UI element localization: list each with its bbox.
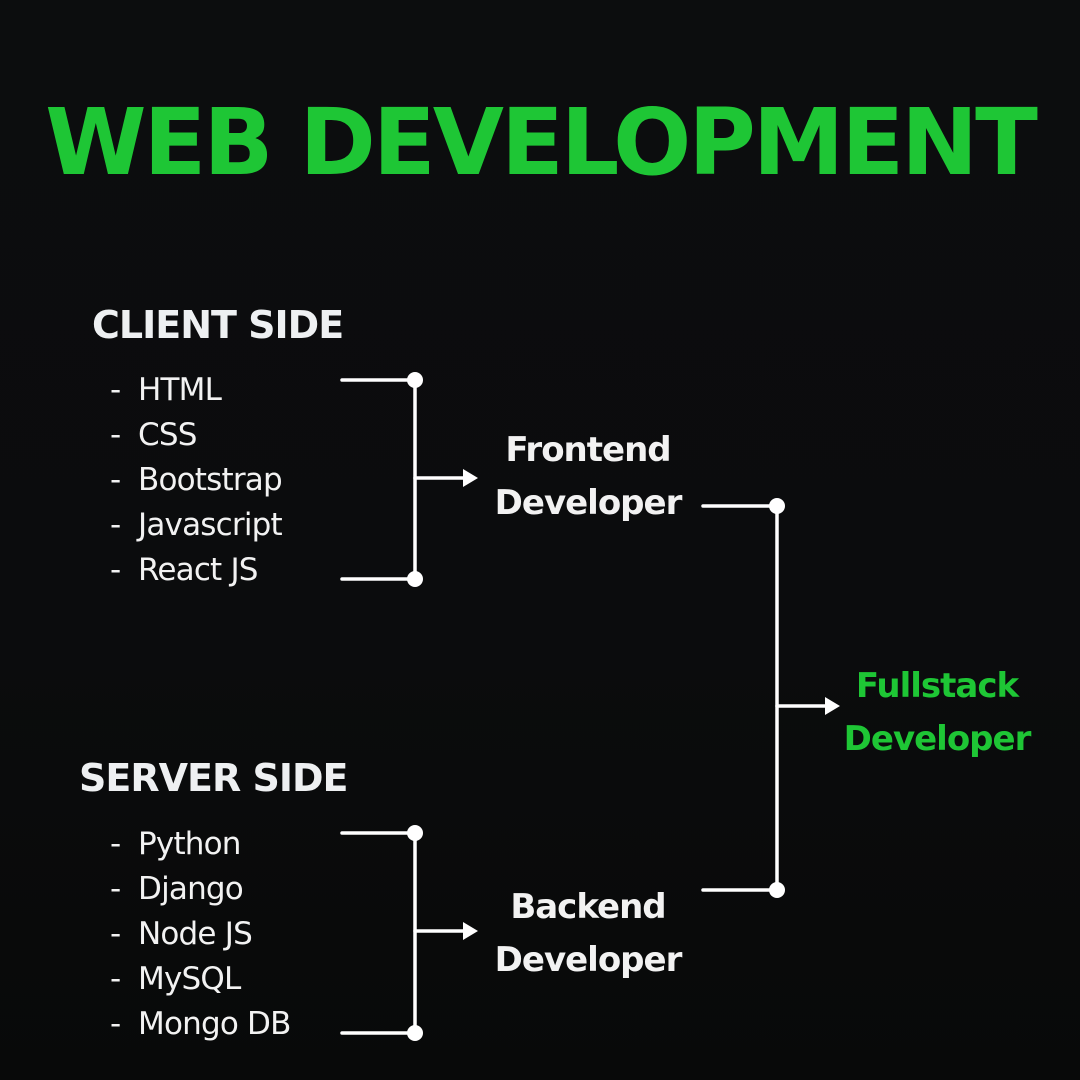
server-bracket [340, 831, 417, 1035]
node-dot [769, 498, 785, 514]
node-dot [407, 1025, 423, 1041]
arrow-head-icon [463, 469, 478, 487]
arrow-head-icon [825, 697, 840, 715]
node-dot [769, 882, 785, 898]
node-dot [407, 372, 423, 388]
client-bracket [340, 378, 417, 581]
fullstack-bracket [701, 504, 779, 892]
connector-diagram [340, 372, 840, 1041]
node-dot [407, 571, 423, 587]
arrow-head-icon [463, 922, 478, 940]
node-dot [407, 825, 423, 841]
